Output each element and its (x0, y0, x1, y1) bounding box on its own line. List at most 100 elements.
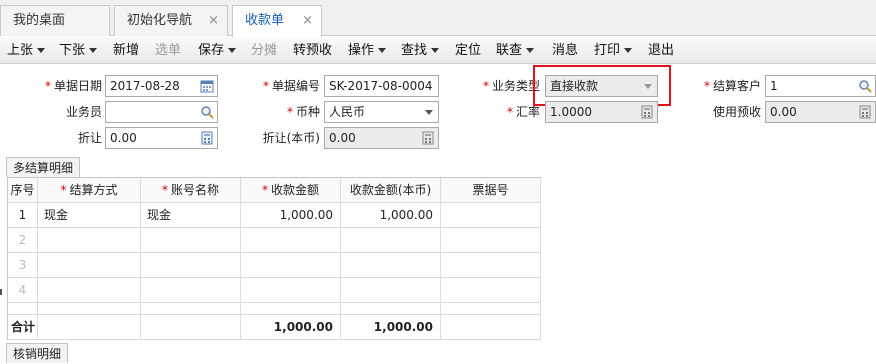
calculator-icon[interactable] (200, 131, 214, 145)
chevron-down-icon (431, 48, 440, 53)
table-cell[interactable]: 1,000.00 (341, 203, 441, 228)
table-cell[interactable] (141, 228, 241, 253)
prev-label: 上张 (7, 43, 34, 58)
table-cell[interactable] (38, 253, 141, 278)
column-header: 票据号 (441, 178, 541, 203)
discount-label: 折让 (77, 131, 102, 145)
voucher-number-field[interactable]: SK-2017-08-0004 (324, 75, 439, 97)
currency-select[interactable]: 人民币 (324, 101, 439, 123)
chevron-down-icon (425, 110, 433, 115)
table-cell[interactable] (341, 228, 441, 253)
new-button[interactable]: 新增 (113, 37, 139, 64)
column-header-text: 收款金额 (270, 183, 319, 197)
rate-label: * 汇率 (468, 101, 540, 123)
search-icon[interactable] (858, 79, 872, 93)
tab-settlement-details[interactable]: 多结算明细 (6, 157, 81, 177)
table-cell[interactable] (441, 203, 541, 228)
column-header-text: 结算方式 (69, 183, 118, 197)
column-header: * 结算方式 (38, 178, 141, 203)
allocate-button[interactable]: 分摊 (251, 37, 277, 64)
rate-field[interactable]: 1.0000 (545, 101, 658, 123)
salesman-field[interactable] (105, 101, 218, 123)
save-label: 保存 (198, 43, 225, 58)
row-number: 4 (8, 278, 38, 303)
table-cell (8, 303, 38, 315)
column-header: 序号 (8, 178, 38, 203)
select-button[interactable]: 选单 (155, 37, 181, 64)
document-tab-bar: 我的桌面 初始化导航 × 收款单 × (0, 0, 876, 37)
discount-local-field[interactable]: 0.00 (324, 127, 439, 149)
table-cell (38, 315, 141, 340)
table-cell[interactable] (241, 228, 341, 253)
table-cell[interactable] (141, 278, 241, 303)
required-mark: * (482, 79, 489, 93)
rate-value: 1.0000 (550, 105, 592, 119)
required-mark: * (506, 105, 513, 119)
tab-receipt-voucher[interactable]: 收款单 × (232, 5, 322, 37)
next-button[interactable]: 下张 (59, 37, 98, 64)
close-icon[interactable]: × (208, 6, 219, 36)
calendar-icon[interactable] (200, 79, 214, 93)
tab-writeoff-details[interactable]: 核销明细 (6, 343, 69, 363)
table-cell[interactable]: 现金 (38, 203, 141, 228)
print-label: 打印 (594, 43, 621, 58)
table-cell[interactable] (241, 253, 341, 278)
chevron-down-icon (89, 48, 98, 53)
edge-marker (0, 289, 2, 295)
rate-label-text: 汇率 (515, 105, 540, 119)
search-icon[interactable] (200, 105, 214, 119)
column-header: 收款金额(本币) (341, 178, 441, 203)
prev-button[interactable]: 上张 (7, 37, 46, 64)
tab-init-navigation[interactable]: 初始化导航 × (114, 5, 228, 36)
table-cell (141, 303, 241, 315)
calculator-icon[interactable] (640, 105, 654, 119)
find-button[interactable]: 查找 (401, 37, 440, 64)
column-header: * 收款金额 (241, 178, 341, 203)
column-header: * 账号名称 (141, 178, 241, 203)
tab-my-desktop[interactable]: 我的桌面 (0, 5, 110, 36)
table-cell[interactable] (141, 253, 241, 278)
use-prepay-field[interactable]: 0.00 (765, 101, 876, 123)
table-cell[interactable] (341, 253, 441, 278)
table-cell (341, 303, 441, 315)
tab-label: 我的桌面 (13, 13, 66, 28)
settlement-grid: 序号 * 结算方式 * 账号名称 * 收款金额 收款金额(本币) 票据号 1 现金 现… (7, 177, 541, 340)
total-label: 合计 (8, 315, 38, 340)
table-cell (141, 315, 241, 340)
table-cell[interactable] (441, 278, 541, 303)
table-cell[interactable]: 1,000.00 (241, 203, 341, 228)
table-cell[interactable] (38, 228, 141, 253)
close-icon[interactable]: × (302, 6, 313, 36)
discount-field[interactable]: 0.00 (105, 127, 218, 149)
chevron-down-icon (526, 48, 535, 53)
operate-button[interactable]: 操作 (348, 37, 387, 64)
use-prepay-label: 使用预收 (712, 105, 761, 119)
total-amount-local: 1,000.00 (341, 315, 441, 340)
customer-field[interactable]: 1 (765, 75, 876, 97)
table-cell[interactable]: 现金 (141, 203, 241, 228)
table-cell[interactable] (341, 278, 441, 303)
message-button[interactable]: 消息 (552, 37, 578, 64)
exit-button[interactable]: 退出 (648, 37, 674, 64)
calculator-icon[interactable] (858, 105, 872, 119)
calculator-icon[interactable] (421, 131, 435, 145)
table-cell[interactable] (441, 228, 541, 253)
currency-label: * 币种 (248, 101, 320, 123)
customer-value: 1 (770, 79, 778, 93)
link-query-button[interactable]: 联查 (496, 37, 535, 64)
table-cell[interactable] (441, 253, 541, 278)
table-cell[interactable] (38, 278, 141, 303)
save-button[interactable]: 保存 (198, 37, 237, 64)
date-field[interactable]: 2017-08-28 (105, 75, 218, 97)
table-cell[interactable] (241, 278, 341, 303)
locate-button[interactable]: 定位 (455, 37, 481, 64)
find-label: 查找 (401, 43, 428, 58)
required-mark: * (60, 183, 67, 197)
convert-prepay-button[interactable]: 转预收 (293, 37, 332, 64)
discount-value: 0.00 (110, 131, 137, 145)
table-cell (441, 315, 541, 340)
print-button[interactable]: 打印 (594, 37, 633, 64)
toolbar: 上张 下张 新增 选单 保存 分摊 转预收 操作 查找 定位 联查 消息 打印 … (0, 37, 876, 64)
total-amount: 1,000.00 (241, 315, 341, 340)
salesman-label: 业务员 (65, 105, 102, 119)
